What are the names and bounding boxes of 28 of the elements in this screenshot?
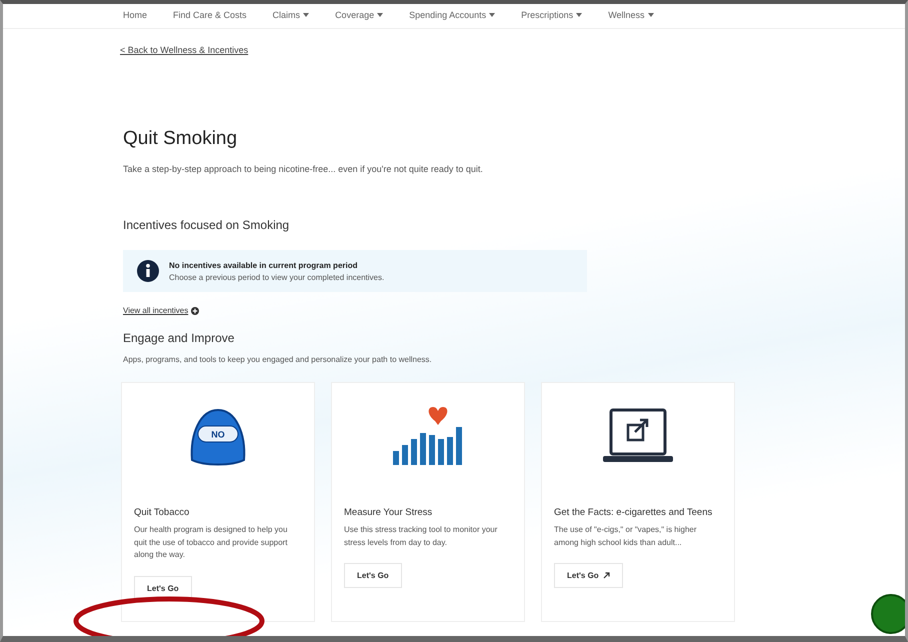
nav-link[interactable]: Prescriptions (521, 10, 574, 20)
page-title: Quit Smoking (123, 128, 238, 150)
card-title: Quit Tobacco (134, 507, 190, 520)
section-heading: Engage and Improve (123, 331, 236, 345)
nav-link[interactable]: Find Care & Costs (173, 10, 247, 20)
page-subtitle: Take a step-by-step approach to being nicotine-free... even if you're not quite ready to quit. (123, 164, 484, 174)
plus-circle-icon (191, 306, 200, 314)
nav-link[interactable]: Home (123, 10, 148, 20)
nav-link[interactable]: Coverage (335, 10, 374, 20)
nav-link[interactable]: Wellness (608, 10, 645, 20)
nav-link[interactable]: Claims (272, 10, 300, 20)
section-heading: Incentives focused on Smoking (123, 218, 290, 232)
bar-graph-heart-icon (391, 407, 465, 467)
section-description: Apps, programs, and tools to keep you engaged and personalize your path to wellness. (123, 355, 433, 364)
card-description: Our health program is designed to help you quit the use of tobacco and provide support along the way. (134, 524, 288, 562)
chat-button[interactable] (871, 594, 905, 634)
lets-go-button[interactable]: Let's Go (344, 563, 402, 588)
view-all-link[interactable]: View all incentives (123, 306, 188, 315)
alert-text: Choose a previous period to view your completed incentives. (169, 272, 384, 282)
nav-link[interactable]: Spending Accounts (409, 10, 486, 20)
back-link[interactable]: < Back to Wellness & Incentives (120, 45, 248, 55)
card-title: Get the Facts: e-cigarettes and Teens (554, 507, 714, 520)
lets-go-button[interactable]: Let's Go (554, 563, 623, 588)
info-icon (137, 260, 159, 282)
card-description: Use this stress tracking tool to monitor your stress levels from day to day. (344, 524, 498, 549)
card-title: Measure Your Stress (344, 507, 434, 520)
card-description: The use of "e-cigs," or "vapes," is higher among high school kids than adult... (554, 524, 698, 549)
alert-title: No incentives available in current program period (169, 260, 358, 270)
